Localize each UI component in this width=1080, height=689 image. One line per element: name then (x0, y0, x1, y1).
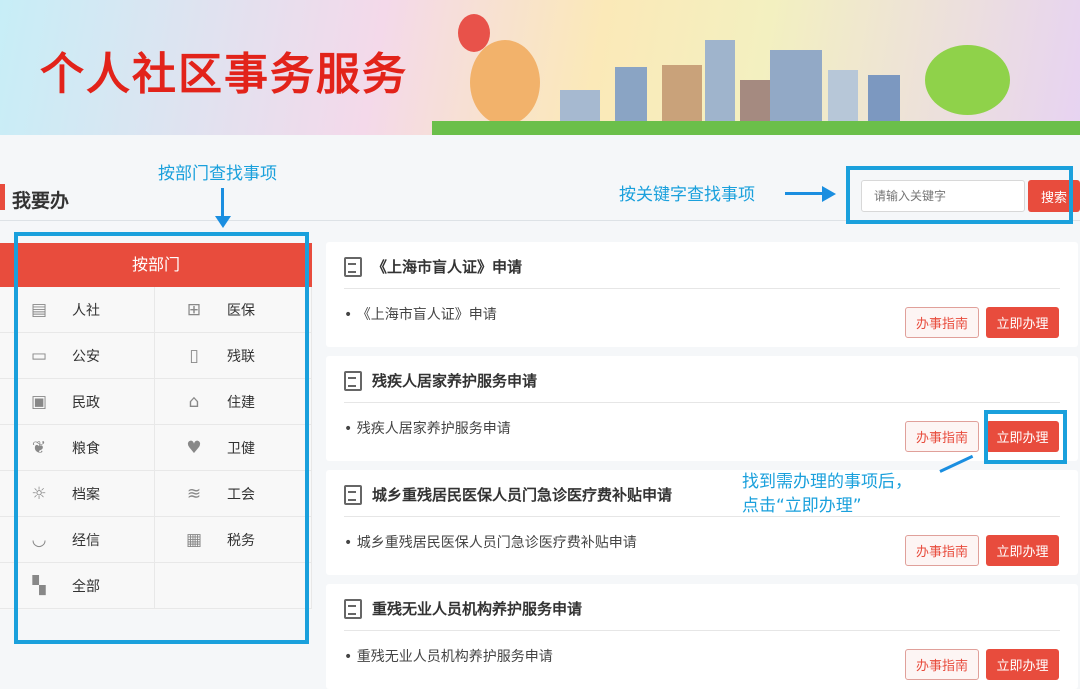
card-title-text: 城乡重残居民医保人员门急诊医疗费补贴申请 (372, 486, 673, 504)
service-card: 《上海市盲人证》申请 • 《上海市盲人证》申请 办事指南 立即办理 (326, 242, 1078, 347)
card-title-text: 重残无业人员机构养护服务申请 (372, 600, 583, 618)
card-title[interactable]: 《上海市盲人证》申请 (344, 256, 522, 277)
annotation-apply: 找到需办理的事项后， 点击“立即办理” (742, 470, 912, 518)
card-title[interactable]: 城乡重残居民医保人员门急诊医疗费补贴申请 (344, 484, 672, 505)
annotation-box-search (846, 166, 1073, 224)
apply-button[interactable]: 立即办理 (986, 649, 1059, 680)
divider (344, 402, 1060, 403)
annotation-keyword: 按关键字查找事项 (619, 185, 755, 205)
service-card: 城乡重残居民医保人员门急诊医疗费补贴申请 • 城乡重残居民医保人员门急诊医疗费补… (326, 470, 1078, 575)
document-edit-icon (344, 370, 362, 391)
guide-button[interactable]: 办事指南 (905, 649, 979, 680)
divider (344, 630, 1060, 631)
ground (432, 121, 1080, 135)
section-title: 我要办 (12, 190, 70, 212)
card-title[interactable]: 重残无业人员机构养护服务申请 (344, 598, 582, 619)
document-edit-icon (344, 598, 362, 619)
arrow-right-icon (785, 192, 825, 195)
family-illustration (470, 40, 540, 125)
service-card: 残疾人居家养护服务申请 • 残疾人居家养护服务申请 办事指南 立即办理 (326, 356, 1078, 461)
annotation-apply-line1: 找到需办理的事项后， (742, 472, 912, 492)
balloon (458, 14, 490, 52)
guide-button[interactable]: 办事指南 (905, 307, 979, 338)
arrow-head (215, 216, 231, 228)
card-title[interactable]: 残疾人居家养护服务申请 (344, 370, 537, 391)
document-edit-icon (344, 484, 362, 505)
apply-button[interactable]: 立即办理 (986, 535, 1059, 566)
annotation-department: 按部门查找事项 (158, 164, 277, 184)
service-item[interactable]: • 残疾人居家养护服务申请 (344, 418, 511, 438)
guide-button[interactable]: 办事指南 (905, 535, 979, 566)
annotation-box-department (14, 232, 309, 644)
service-item[interactable]: • 重残无业人员机构养护服务申请 (344, 646, 553, 666)
document-edit-icon (344, 256, 362, 277)
card-title-text: 残疾人居家养护服务申请 (372, 372, 538, 390)
service-card: 重残无业人员机构养护服务申请 • 重残无业人员机构养护服务申请 办事指南 立即办… (326, 584, 1078, 689)
divider (344, 516, 1060, 517)
annotation-box-apply (984, 410, 1067, 464)
banner-title: 个人社区事务服务 (40, 49, 408, 100)
arrow-head (822, 186, 836, 202)
banner: 个人社区事务服务 (0, 0, 1080, 135)
tree (925, 45, 1010, 115)
card-title-text: 《上海市盲人证》申请 (372, 258, 523, 276)
apply-button[interactable]: 立即办理 (986, 307, 1059, 338)
divider (344, 288, 1060, 289)
service-item[interactable]: • 城乡重残居民医保人员门急诊医疗费补贴申请 (344, 532, 637, 552)
guide-button[interactable]: 办事指南 (905, 421, 979, 452)
service-item[interactable]: • 《上海市盲人证》申请 (344, 304, 497, 324)
section-marker (0, 184, 5, 210)
annotation-apply-line2: 点击“立即办理” (742, 496, 862, 516)
